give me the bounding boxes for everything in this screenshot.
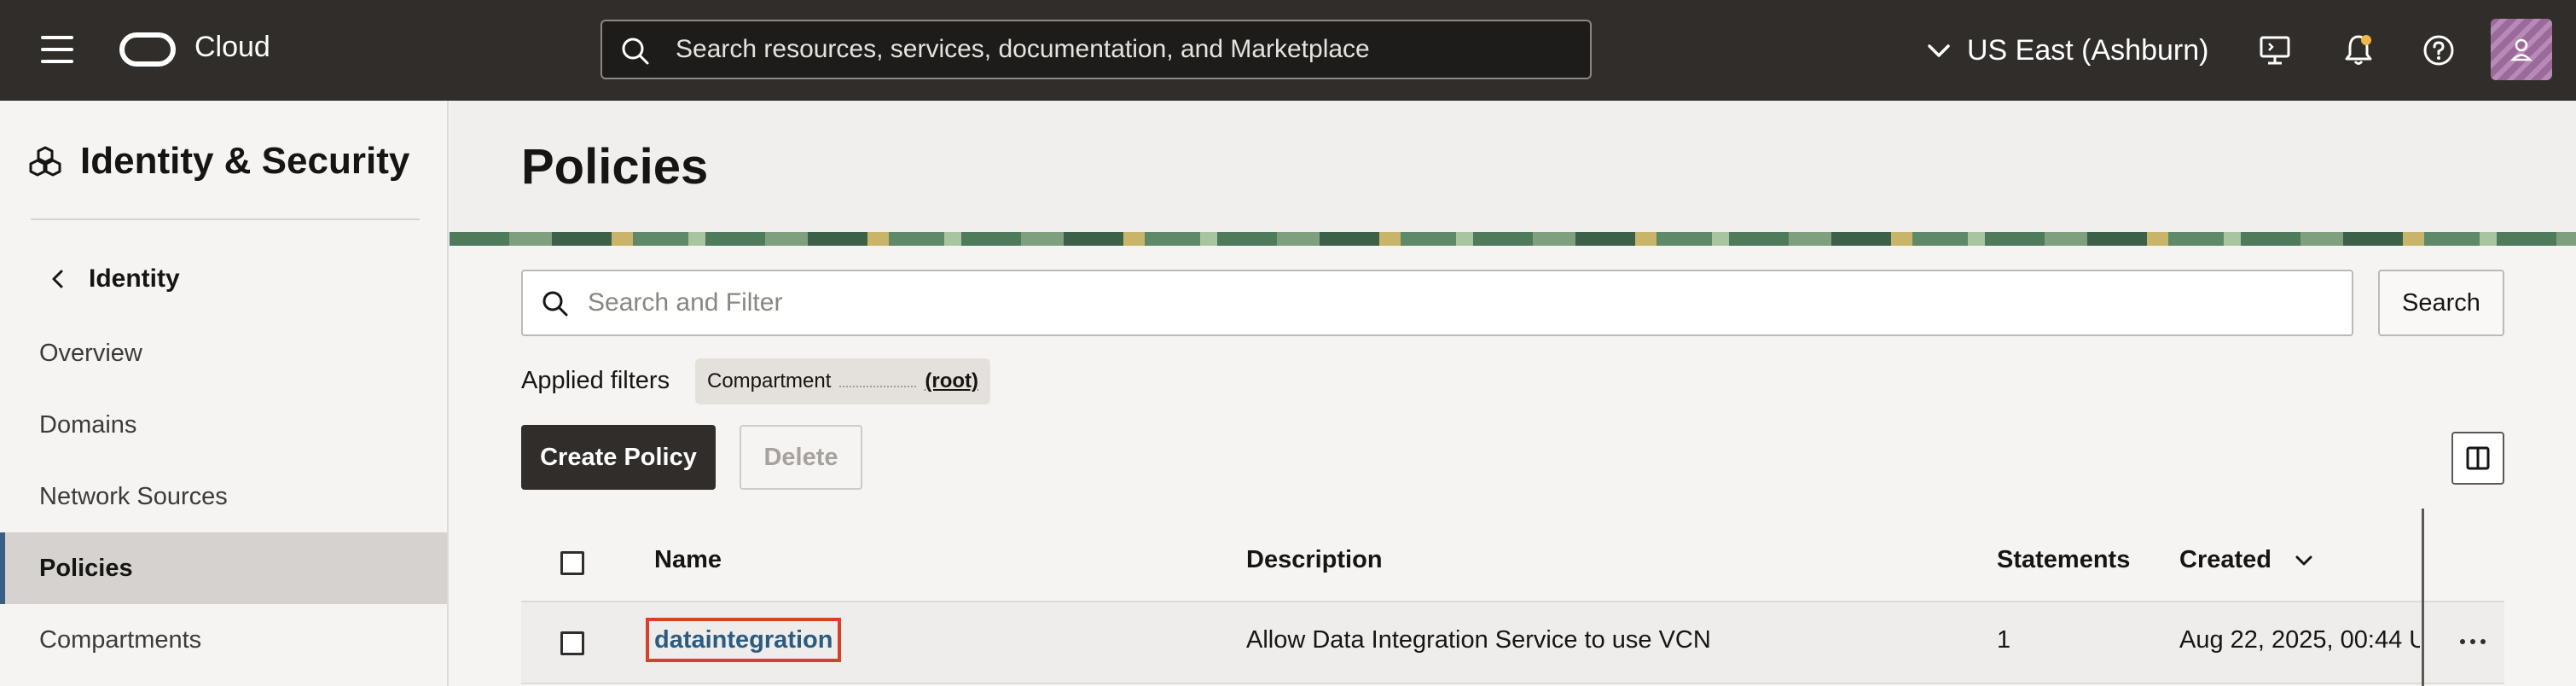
- kebab-menu-icon[interactable]: [2452, 623, 2493, 660]
- sidebar-title: Identity & Security: [80, 140, 410, 182]
- sidebar-item-overview[interactable]: Overview: [0, 317, 447, 389]
- help-icon[interactable]: [2419, 31, 2458, 70]
- decorative-banner: [450, 232, 2576, 246]
- search-filter[interactable]: [521, 270, 2353, 336]
- filter-chip-compartment[interactable]: Compartment (root): [695, 358, 991, 404]
- delete-button[interactable]: Delete: [740, 425, 862, 490]
- column-header-name[interactable]: Name: [654, 546, 722, 574]
- user-icon: [2510, 38, 2532, 61]
- region-label: US East (Ashburn): [1967, 33, 2209, 67]
- row-created-cell: Aug 22, 2025, 00:44 U: [2179, 626, 2420, 654]
- cloud-shell-icon[interactable]: [2255, 31, 2295, 70]
- column-header-created-label: Created: [2179, 546, 2271, 573]
- global-search-input[interactable]: [676, 21, 1580, 78]
- oracle-logo-icon[interactable]: [119, 32, 176, 67]
- sidebar-item-label: Policies: [39, 554, 133, 582]
- sort-chevron-down-icon[interactable]: [2294, 550, 2314, 571]
- global-search[interactable]: [600, 20, 1592, 79]
- user-avatar[interactable]: [2491, 19, 2552, 80]
- page-header: Policies: [450, 101, 2576, 232]
- bell-icon[interactable]: [2339, 31, 2378, 70]
- applied-filters-label: Applied filters: [521, 367, 670, 394]
- create-policy-button[interactable]: Create Policy: [521, 425, 716, 490]
- filter-chip-value[interactable]: (root): [925, 369, 978, 393]
- search-icon: [542, 291, 568, 317]
- sidebar-item-label: Overview: [39, 339, 142, 367]
- row-statements-cell: 1: [1997, 626, 2011, 654]
- table-row: dataintegration Allow Data Integration S…: [521, 602, 2504, 684]
- sidebar-header: Identity & Security: [29, 140, 409, 183]
- sticky-column-divider: [2422, 509, 2424, 686]
- chevron-down-icon: [1928, 44, 1950, 57]
- search-icon: [622, 38, 649, 65]
- column-settings-button[interactable]: [2451, 432, 2504, 485]
- sidebar-item-network-sources[interactable]: Network Sources: [0, 461, 447, 532]
- row-checkbox[interactable]: [560, 631, 584, 655]
- column-header-statements[interactable]: Statements: [1997, 546, 2130, 574]
- row-name-cell: dataintegration: [645, 618, 842, 662]
- sidebar: Identity & Security Identity Overview Do…: [0, 101, 449, 686]
- table-header-row: Name Description Statements Created: [521, 524, 2504, 602]
- menu-icon[interactable]: [41, 36, 73, 63]
- page-title: Policies: [521, 139, 709, 195]
- sidebar-divider: [31, 218, 420, 220]
- top-navigation-bar: Cloud US East (Ashburn): [0, 0, 2576, 101]
- sidebar-item-label: Domains: [39, 410, 137, 439]
- sidebar-back-link[interactable]: Identity: [49, 265, 180, 294]
- region-selector[interactable]: US East (Ashburn): [1926, 26, 2208, 75]
- search-button[interactable]: Search: [2378, 270, 2504, 336]
- sidebar-item-label: Network Sources: [39, 482, 228, 510]
- filter-chip-redacted: [839, 375, 917, 387]
- filter-chip-key: Compartment: [707, 369, 832, 392]
- sidebar-item-compartments[interactable]: Compartments: [0, 604, 447, 676]
- sidebar-item-policies[interactable]: Policies: [0, 532, 447, 604]
- identity-cubes-icon: [29, 146, 61, 177]
- column-header-created[interactable]: Created: [2179, 546, 2314, 574]
- sidebar-item-label: Compartments: [39, 625, 202, 654]
- policies-table: Name Description Statements Created data…: [521, 509, 2504, 686]
- columns-icon: [2466, 446, 2490, 470]
- brand-label[interactable]: Cloud: [194, 31, 270, 64]
- policy-name-link[interactable]: dataintegration: [645, 618, 842, 662]
- main-content: Policies Search Applied filters Compartm…: [450, 101, 2576, 686]
- sidebar-back-label: Identity: [89, 265, 180, 293]
- select-all-checkbox[interactable]: [560, 551, 584, 575]
- column-header-description[interactable]: Description: [1246, 546, 1383, 574]
- sidebar-item-domains[interactable]: Domains: [0, 389, 447, 461]
- search-filter-input[interactable]: [588, 271, 2336, 334]
- chevron-left-icon: [52, 270, 63, 288]
- row-description-cell: Allow Data Integration Service to use VC…: [1246, 626, 1711, 654]
